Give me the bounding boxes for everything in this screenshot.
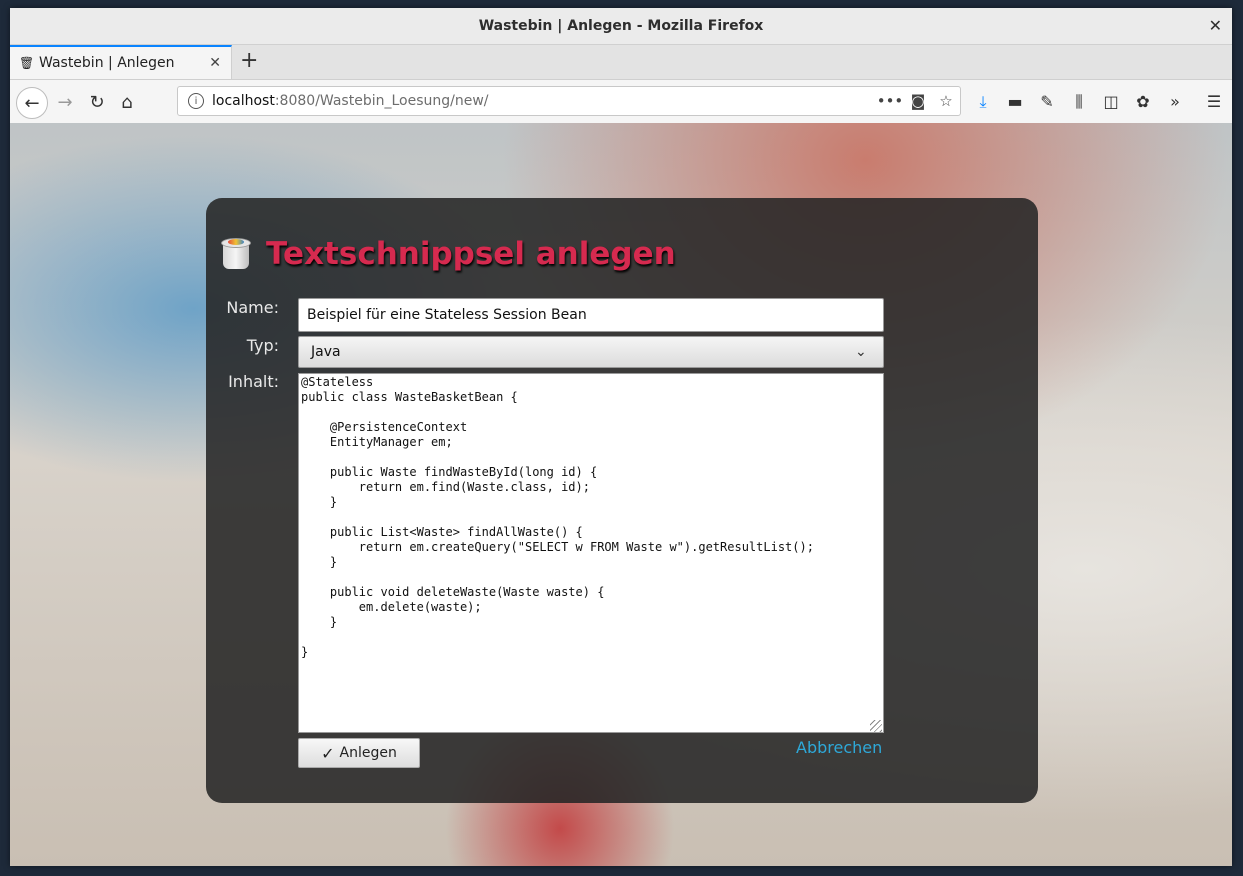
info-icon[interactable]: i bbox=[188, 93, 204, 109]
page-heading: Textschnippsel anlegen bbox=[221, 236, 676, 272]
type-label: Typ: bbox=[246, 336, 279, 355]
extension-icon[interactable]: ✿ bbox=[1132, 92, 1154, 111]
downloads-icon[interactable]: ⤓ bbox=[972, 92, 994, 112]
url-host: localhost bbox=[212, 93, 275, 109]
sidebar-icon[interactable]: ◫ bbox=[1100, 92, 1122, 111]
cancel-link[interactable]: Abbrechen bbox=[796, 738, 882, 757]
back-icon[interactable]: ← bbox=[16, 87, 48, 119]
reload-icon[interactable]: ↻ bbox=[82, 87, 112, 117]
new-tab-icon[interactable]: + bbox=[240, 49, 258, 73]
resize-handle-icon[interactable] bbox=[870, 720, 882, 732]
type-select[interactable]: Java ⌄ bbox=[298, 336, 884, 368]
page-content: Textschnippsel anlegen Name: Beispiel fü… bbox=[10, 123, 1232, 866]
browser-window: Wastebin | Anlegen - Mozilla Firefox ✕ 🗑… bbox=[10, 8, 1232, 866]
window-title: Wastebin | Anlegen - Mozilla Firefox bbox=[478, 18, 764, 34]
forward-icon[interactable]: → bbox=[50, 87, 80, 117]
window-titlebar: Wastebin | Anlegen - Mozilla Firefox ✕ bbox=[10, 8, 1232, 45]
name-input[interactable]: Beispiel für eine Stateless Session Bean bbox=[298, 298, 884, 332]
tab-title: Wastebin | Anlegen bbox=[39, 55, 175, 71]
submit-button-label: Anlegen bbox=[339, 745, 397, 761]
url-bar[interactable]: i localhost:8080/Wastebin_Loesung/new/ •… bbox=[177, 86, 961, 116]
name-label: Name: bbox=[226, 298, 279, 317]
nav-toolbar: ← → ↻ ⌂ i localhost:8080/Wastebin_Loesun… bbox=[10, 80, 1232, 125]
more-icon[interactable]: ••• bbox=[876, 92, 904, 110]
tools-icon[interactable]: ✎ bbox=[1036, 92, 1058, 111]
bookmark-star-icon[interactable]: ☆ bbox=[932, 92, 960, 110]
menu-icon[interactable]: ☰ bbox=[1203, 92, 1225, 111]
tab-bar: 🗑 Wastebin | Anlegen ✕ + bbox=[10, 45, 1232, 80]
library-icon[interactable]: ⫼ bbox=[1068, 92, 1090, 112]
pocket-icon[interactable]: ◙ bbox=[904, 92, 932, 110]
chevron-down-icon: ⌄ bbox=[855, 344, 867, 360]
overflow-icon[interactable]: » bbox=[1164, 92, 1186, 111]
bucket-favicon-icon: 🗑 bbox=[19, 56, 35, 70]
checkmark-icon: ✓ bbox=[321, 743, 335, 763]
bucket-logo-icon bbox=[221, 238, 251, 270]
submit-button[interactable]: ✓ Anlegen bbox=[298, 738, 420, 768]
home-icon[interactable]: ⌂ bbox=[112, 87, 142, 117]
sync-icon[interactable]: ▬ bbox=[1004, 92, 1026, 111]
tab-close-icon[interactable]: ✕ bbox=[209, 55, 221, 71]
tab-wastebin[interactable]: 🗑 Wastebin | Anlegen ✕ bbox=[10, 45, 232, 79]
window-close-icon[interactable]: ✕ bbox=[1209, 8, 1222, 44]
page-title: Textschnippsel anlegen bbox=[266, 236, 676, 272]
type-select-value: Java bbox=[311, 344, 341, 360]
content-textarea[interactable]: @Stateless public class WasteBasketBean … bbox=[298, 373, 884, 733]
form-panel: Textschnippsel anlegen Name: Beispiel fü… bbox=[206, 198, 1038, 803]
url-path: :8080/Wastebin_Loesung/new/ bbox=[274, 93, 489, 109]
content-label: Inhalt: bbox=[228, 372, 279, 391]
